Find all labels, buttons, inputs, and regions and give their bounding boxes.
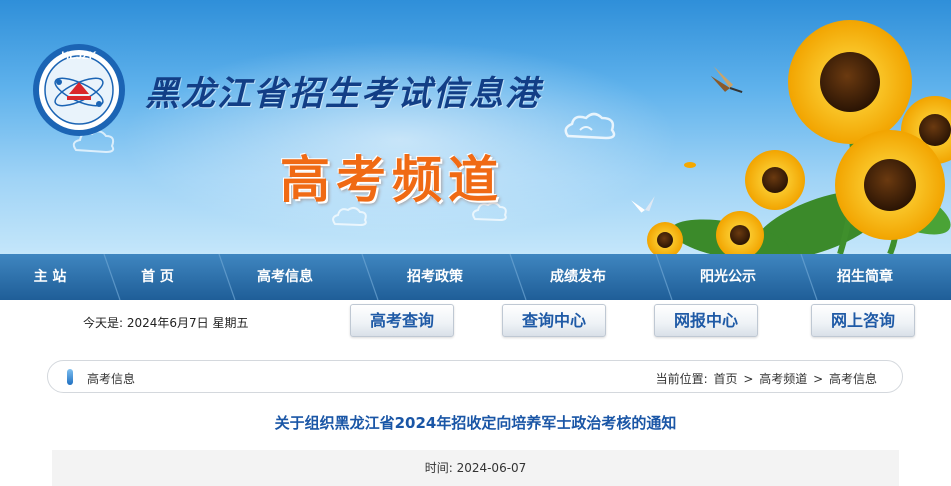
publish-time: 时间: 2024-06-07 (52, 459, 899, 476)
section-title: 高考信息 (87, 372, 136, 386)
section-marker-icon (67, 369, 73, 385)
nav-item-public-notice[interactable]: 阳光公示 (678, 254, 778, 300)
nav-item-gaokao-info[interactable]: 高考信息 (235, 254, 335, 300)
site-title: 黑龙江省招生考试信息港 (145, 74, 541, 114)
breadcrumb-separator: > (743, 372, 754, 386)
nav-item-main-site[interactable]: 主 站 (0, 254, 100, 300)
nav-item-admission-policy[interactable]: 招考政策 (385, 254, 485, 300)
time-value: 2024-06-07 (456, 461, 527, 475)
header-banner: HLJZK 黑龙江省招生考试信息港 高考频道 (0, 0, 951, 254)
svg-text:HLJZK: HLJZK (61, 50, 97, 62)
date-label: 今天是: (83, 316, 124, 330)
main-nav: 主 站 首 页 高考信息 招考政策 成绩发布 阳光公示 招生简章 (0, 254, 951, 300)
nav-divider (509, 254, 527, 300)
article-meta: 时间: 2024-06-07 (52, 450, 899, 486)
online-registration-button[interactable]: 网报中心 (654, 304, 758, 337)
breadcrumb-separator: > (813, 372, 824, 386)
channel-title: 高考频道 (280, 151, 504, 209)
article-title: 关于组织黑龙江省2024年招收定向培养军士政治考核的通知 (274, 414, 677, 432)
online-consult-button[interactable]: 网上咨询 (811, 304, 915, 337)
nav-item-score-release[interactable]: 成绩发布 (528, 254, 628, 300)
time-label: 时间: (424, 461, 453, 475)
nav-item-admission-brochure[interactable]: 招生简章 (815, 254, 915, 300)
breadcrumb-section-link[interactable]: 高考信息 (829, 372, 877, 386)
nav-item-home[interactable]: 首 页 (110, 254, 205, 300)
site-logo[interactable]: HLJZK (31, 42, 127, 138)
current-date: 今天是: 2024年6月7日 星期五 (83, 314, 249, 331)
nav-divider (361, 254, 379, 300)
breadcrumb-bar: 高考信息 当前位置: 首页 > 高考频道 > 高考信息 (47, 360, 903, 393)
query-center-button[interactable]: 查询中心 (502, 304, 606, 337)
date-value: 2024年6月7日 星期五 (126, 316, 249, 330)
breadcrumb-label: 当前位置: (655, 372, 708, 386)
gaokao-query-button[interactable]: 高考查询 (350, 304, 454, 337)
nav-divider (655, 254, 673, 300)
breadcrumb-home-link[interactable]: 首页 (714, 372, 738, 386)
sunflower-illustration-icon (631, 20, 951, 254)
breadcrumb-channel-link[interactable]: 高考频道 (759, 372, 807, 386)
breadcrumb: 当前位置: 首页 > 高考频道 > 高考信息 (655, 370, 878, 387)
